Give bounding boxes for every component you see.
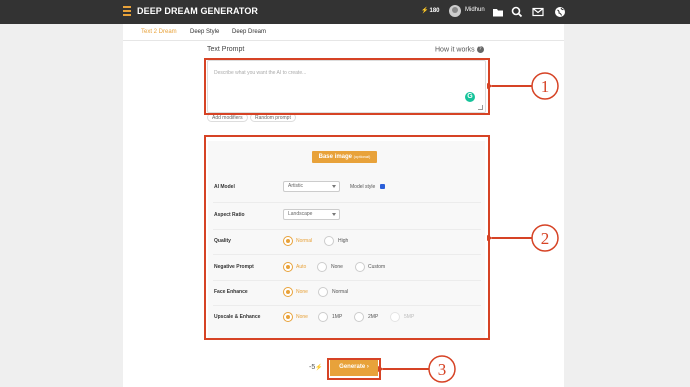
help-icon: ? (476, 46, 484, 53)
tab-deep-dream[interactable]: Deep Dream (232, 29, 266, 35)
how-it-works-text: How it works (435, 46, 475, 54)
energy-balance[interactable]: ⚡180 (421, 7, 440, 14)
annotation-box-3 (327, 358, 381, 380)
annotation-box-1 (204, 58, 490, 115)
globe-icon[interactable] (553, 5, 567, 19)
logo-icon[interactable] (123, 6, 131, 17)
generate-cost: -5⚡ (309, 364, 323, 371)
text-prompt-label: Text Prompt (207, 46, 245, 53)
tab-deep-style[interactable]: Deep Style (190, 29, 219, 35)
mail-icon[interactable] (531, 5, 545, 19)
avatar[interactable] (449, 5, 461, 17)
energy-count: 180 (429, 8, 440, 14)
bolt-icon: ⚡ (315, 365, 323, 371)
tab-bar: Text 2 Dream Deep Style Deep Dream (123, 24, 564, 41)
how-it-works-link[interactable]: How it works ? (435, 46, 484, 53)
bolt-icon: ⚡ (421, 8, 429, 14)
top-navigation-bar: DEEP DREAM GENERATOR ⚡180 Midhun (0, 0, 690, 24)
username[interactable]: Midhun (465, 7, 485, 13)
brand-name[interactable]: DEEP DREAM GENERATOR (137, 6, 258, 16)
annotation-box-2 (204, 135, 490, 340)
tab-text-2-dream[interactable]: Text 2 Dream (141, 29, 177, 35)
folder-icon[interactable] (491, 5, 505, 19)
search-icon[interactable] (510, 5, 524, 19)
